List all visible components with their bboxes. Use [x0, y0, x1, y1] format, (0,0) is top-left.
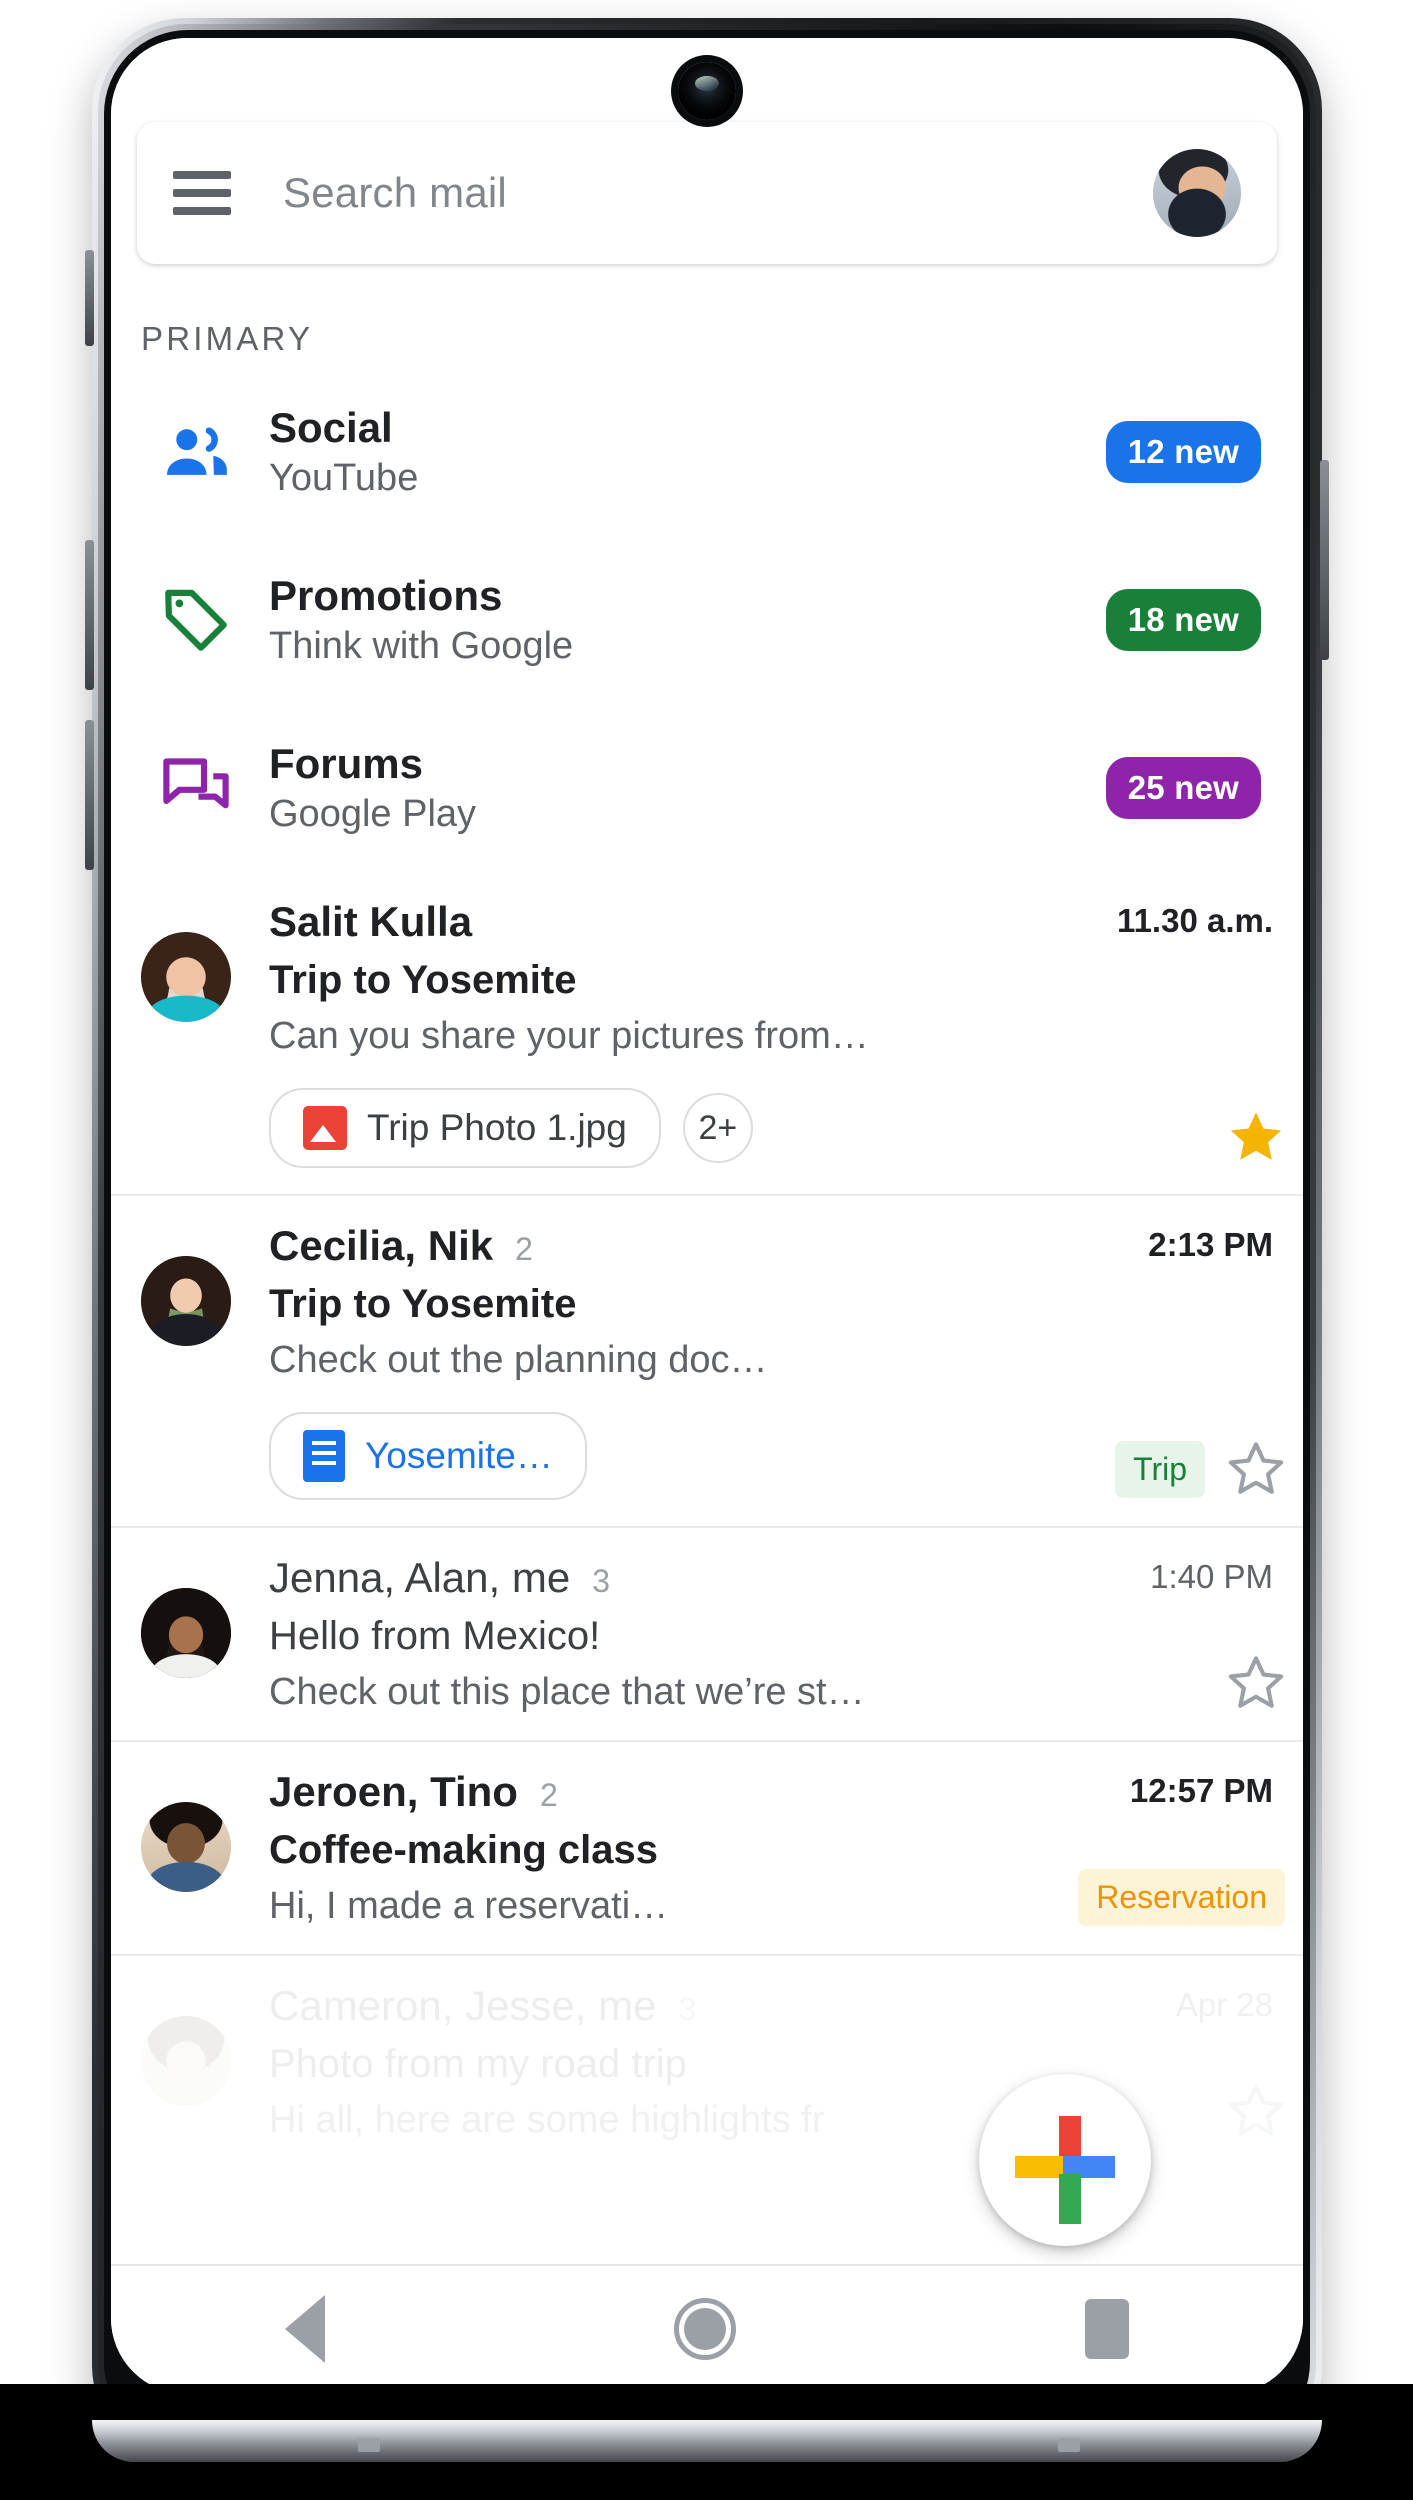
mail-label-chip[interactable]: Trip: [1115, 1440, 1205, 1498]
avatar[interactable]: [141, 2016, 231, 2106]
plus-icon: [979, 2074, 1151, 2246]
thread-count: 2: [515, 1231, 533, 1267]
forum-icon: [141, 751, 251, 825]
compose-button[interactable]: [979, 2074, 1151, 2246]
mail-meta: Trip: [1115, 1440, 1285, 1498]
category-subtitle: Think with Google: [269, 625, 574, 668]
mail-header: Cameron, Jesse, me 3: [269, 1982, 1273, 2030]
mail-content: Salit Kulla 11.30 a.m. Trip to Yosemite …: [269, 898, 1303, 1168]
mail-meta: Reservation: [1078, 1869, 1285, 1926]
attachment-chip[interactable]: Trip Photo 1.jpg: [269, 1088, 661, 1168]
mail-meta: [1227, 2082, 1285, 2140]
mail-subject: Coffee-making class: [269, 1828, 659, 1872]
avatar[interactable]: [141, 1588, 231, 1678]
category-row-social[interactable]: Social YouTube 12 new: [111, 368, 1303, 536]
bottom-antenna-line-left: [358, 2438, 380, 2452]
tag-icon: [141, 583, 251, 657]
page-title: PRIMARY: [141, 320, 314, 357]
side-button-right[interactable]: [1320, 460, 1329, 660]
sender-name: Jeroen, Tino: [269, 1768, 518, 1815]
avatar[interactable]: [141, 932, 231, 1022]
avatar[interactable]: [141, 1802, 231, 1892]
mail-content: Jenna, Alan, me 3 1:40 PM Hello from Mex…: [269, 1554, 1303, 1714]
mail-snippet: Can you share your pictures from…: [269, 1015, 869, 1057]
mail-header: Jenna, Alan, me 3: [269, 1554, 1273, 1602]
thread-count: 3: [592, 1563, 610, 1599]
people-icon: [141, 415, 251, 489]
table-row[interactable]: Cecilia, Nik 2 2:13 PM Trip to Yosemite …: [111, 1196, 1303, 1526]
category-title: Forums: [269, 740, 424, 788]
attachment-chips: Trip Photo 1.jpg 2+: [269, 1088, 1273, 1168]
timestamp: 2:13 PM: [1148, 1226, 1273, 1263]
divider: [111, 2264, 1303, 2266]
document-chip[interactable]: Yosemite…: [269, 1412, 587, 1500]
star-icon-outline[interactable]: [1227, 1654, 1285, 1712]
mail-list: Social YouTube 12 new Promotions Think w…: [111, 368, 1303, 2168]
table-row[interactable]: Salit Kulla 11.30 a.m. Trip to Yosemite …: [111, 872, 1303, 1194]
home-icon[interactable]: [673, 2298, 736, 2360]
sender-name: Salit Kulla: [269, 898, 473, 945]
star-icon-outline[interactable]: [1227, 2082, 1285, 2140]
bottom-antenna-line-right: [1058, 2438, 1080, 2452]
mail-subject: Trip to Yosemite: [269, 958, 577, 1002]
category-title: Social: [269, 404, 393, 452]
timestamp: 11.30 a.m.: [1117, 902, 1273, 939]
timestamp: Apr 28: [1175, 1986, 1273, 2023]
mail-subject: Hello from Mexico!: [269, 1614, 601, 1658]
mail-snippet: Check out this place that we’re st…: [269, 1671, 865, 1713]
status-badge[interactable]: 18 new: [1105, 589, 1261, 651]
sender-name: Cecilia, Nik: [269, 1222, 494, 1269]
mail-meta: [1227, 1654, 1285, 1712]
category-row-promotions[interactable]: Promotions Think with Google 18 new: [111, 536, 1303, 704]
gmail-app: Search mail PRIMARY Social YouTube 12 ne…: [111, 38, 1303, 2394]
volume-up-button[interactable]: [85, 540, 94, 690]
mail-label-chip[interactable]: Reservation: [1078, 1869, 1285, 1926]
volume-down-button[interactable]: [85, 720, 94, 870]
category-row-forums[interactable]: Forums Google Play 25 new: [111, 704, 1303, 872]
phone-bottom-edge: [92, 2420, 1322, 2462]
front-camera: [678, 62, 736, 120]
attachment-name: Trip Photo 1.jpg: [367, 1107, 627, 1148]
search-input[interactable]: Search mail: [283, 169, 1153, 217]
status-badge[interactable]: 25 new: [1105, 757, 1261, 819]
mail-snippet: Check out the planning doc…: [269, 1339, 768, 1381]
mail-header: Cecilia, Nik 2: [269, 1222, 1273, 1270]
avatar[interactable]: [1153, 149, 1241, 237]
category-title: Promotions: [269, 572, 503, 620]
star-icon-outline[interactable]: [1227, 1440, 1285, 1498]
hamburger-menu-icon[interactable]: [173, 171, 231, 215]
back-icon[interactable]: [285, 2295, 326, 2363]
category-text: Promotions Think with Google: [251, 572, 1106, 668]
mail-subject: Trip to Yosemite: [269, 1282, 577, 1326]
power-button[interactable]: [85, 250, 94, 346]
category-subtitle: Google Play: [269, 793, 477, 836]
timestamp: 1:40 PM: [1150, 1558, 1273, 1595]
search-bar[interactable]: Search mail: [137, 122, 1277, 264]
mail-content: Jeroen, Tino 2 12:57 PM Coffee-making cl…: [269, 1768, 1303, 1928]
category-subtitle: YouTube: [269, 457, 419, 500]
screenshot-stage: Search mail PRIMARY Social YouTube 12 ne…: [0, 0, 1413, 2500]
status-badge[interactable]: 12 new: [1105, 421, 1261, 483]
timestamp: 12:57 PM: [1129, 1772, 1273, 1809]
android-navigation-bar: [111, 2264, 1303, 2394]
sender-name: Jenna, Alan, me: [269, 1554, 571, 1601]
mail-meta: [1227, 1108, 1285, 1166]
star-icon-filled[interactable]: [1227, 1108, 1285, 1166]
mail-header: Jeroen, Tino 2: [269, 1768, 1273, 1816]
attachment-name: Yosemite…: [365, 1435, 553, 1476]
thread-count: 2: [539, 1777, 558, 1813]
phone-screen: Search mail PRIMARY Social YouTube 12 ne…: [111, 38, 1303, 2394]
avatar[interactable]: [141, 1256, 231, 1346]
attachment-more-button[interactable]: 2+: [682, 1093, 753, 1163]
recents-icon[interactable]: [1084, 2299, 1129, 2359]
google-docs-icon: [303, 1430, 345, 1482]
thread-count: 3: [678, 1991, 697, 2027]
category-text: Forums Google Play: [251, 740, 1106, 836]
sender-name: Cameron, Jesse, me: [269, 1982, 657, 2029]
image-file-icon: [303, 1106, 347, 1150]
category-text: Social YouTube: [251, 404, 1106, 500]
table-row[interactable]: Jenna, Alan, me 3 1:40 PM Hello from Mex…: [111, 1528, 1303, 1740]
table-row[interactable]: Jeroen, Tino 2 12:57 PM Coffee-making cl…: [111, 1742, 1303, 1954]
mail-content: Cecilia, Nik 2 2:13 PM Trip to Yosemite …: [269, 1222, 1303, 1500]
